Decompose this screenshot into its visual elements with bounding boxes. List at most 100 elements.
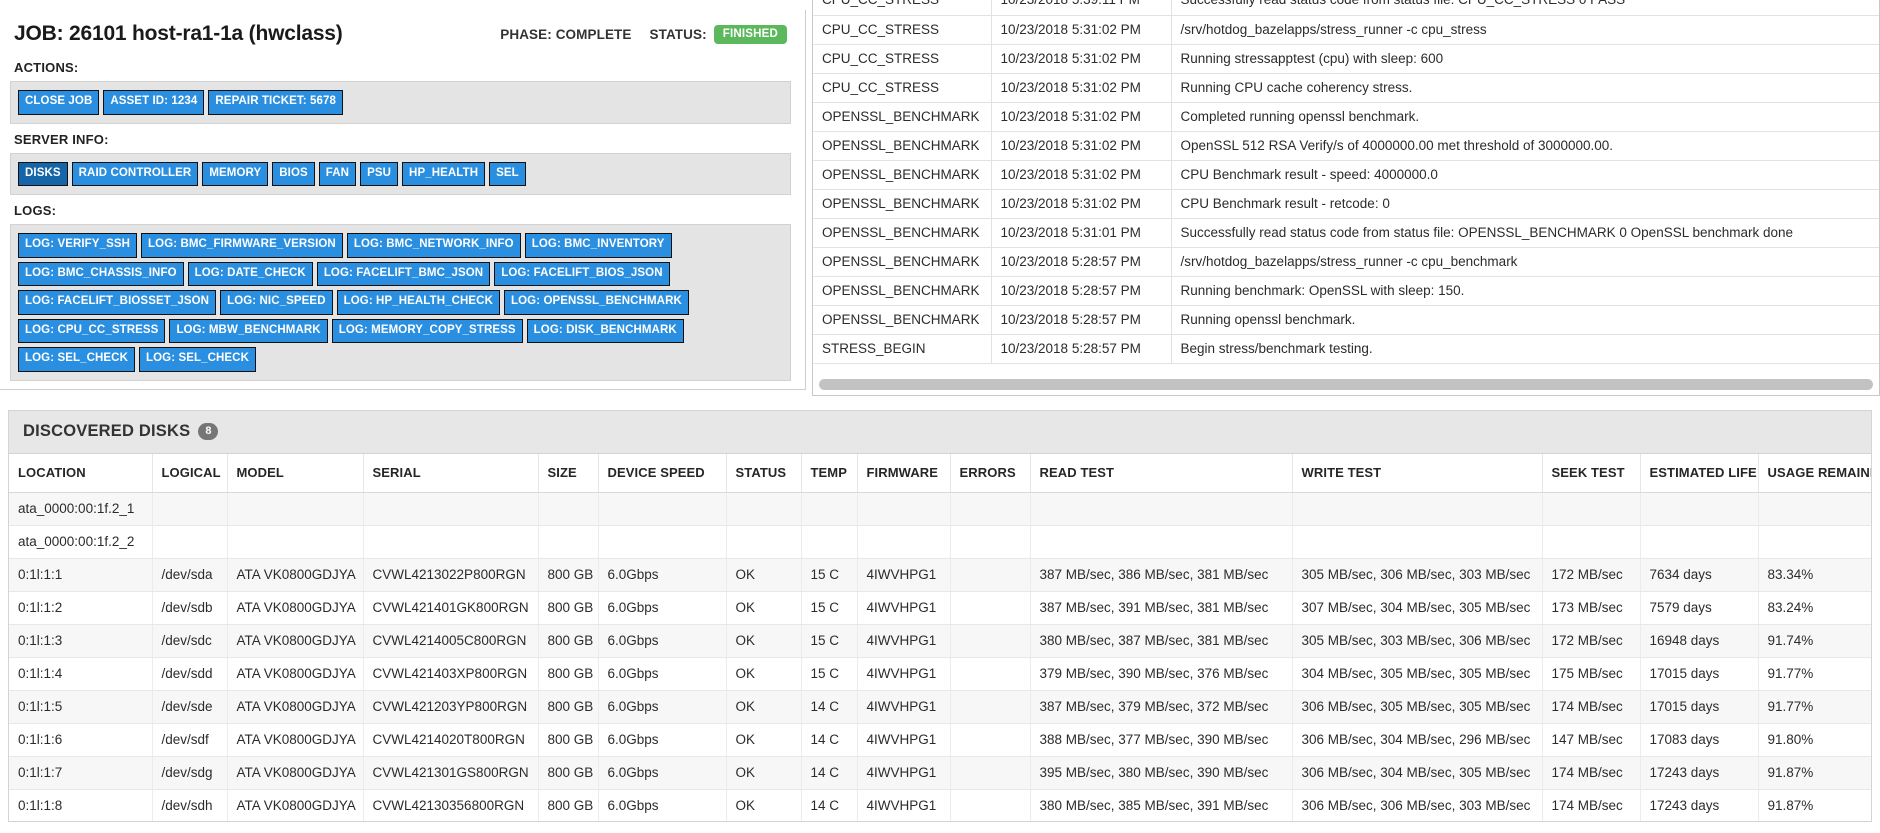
log-button-log-memory-copy-stress[interactable]: LOG: MEMORY_COPY_STRESS	[331, 318, 523, 343]
disk-size: 800 GB	[538, 789, 599, 821]
log-type: OPENSSL_BENCHMARK	[813, 276, 992, 306]
disks-column-header-device-speed[interactable]: DEVICE SPEED	[598, 454, 727, 493]
log-button-log-facelift-biosset-json[interactable]: LOG: FACELIFT_BIOSSET_JSON	[18, 290, 217, 315]
table-row: ata_0000:00:1f.2_1	[9, 492, 1871, 526]
disks-column-header-serial[interactable]: SERIAL	[363, 454, 539, 493]
table-row: 0:1l:1:8/dev/sdh ATA VK0800GDJYA CVWL42130…	[9, 789, 1871, 821]
server-info-button-raid-controller[interactable]: RAID CONTROLLER	[71, 161, 199, 186]
disk-serial: CVWL421401GK800RGN	[363, 591, 539, 625]
disk-read-test: 387 MB/sec, 379 MB/sec, 372 MB/sec	[1030, 690, 1293, 724]
disk-device-speed: 6.0Gbps	[598, 558, 727, 592]
log-row: OPENSSL_BENCHMARK 10/23/2018 5:31:01 PM Su…	[813, 218, 1879, 248]
disk-logical: /dev/sdd	[152, 657, 228, 691]
disk-write-test	[1292, 525, 1543, 559]
disk-size: 800 GB	[538, 690, 599, 724]
disk-location: 0:1l:1:3	[9, 624, 153, 658]
server-info-button-disks[interactable]: DISKS	[18, 161, 68, 186]
disks-column-header-seek-test[interactable]: SEEK TEST	[1542, 454, 1641, 493]
disk-errors	[950, 657, 1031, 691]
log-button-log-bmc-inventory[interactable]: LOG: BMC_INVENTORY	[524, 233, 672, 258]
disks-column-header-firmware[interactable]: FIRMWARE	[857, 454, 951, 493]
disks-column-header-location[interactable]: LOCATION	[9, 454, 153, 493]
log-message: CPU Benchmark result - retcode: 0	[1171, 189, 1879, 219]
log-button-log-bmc-network-info[interactable]: LOG: BMC_NETWORK_INFO	[346, 233, 521, 258]
disks-column-header-read-test[interactable]: READ TEST	[1030, 454, 1293, 493]
disk-read-test: 387 MB/sec, 386 MB/sec, 381 MB/sec	[1030, 558, 1293, 592]
server-info-button-memory[interactable]: MEMORY	[202, 161, 269, 186]
disk-errors	[950, 624, 1031, 658]
server-info-button-sel[interactable]: SEL	[489, 161, 526, 186]
disk-model: ATA VK0800GDJYA	[227, 723, 364, 757]
log-timestamp: 10/23/2018 5:31:02 PM	[991, 44, 1172, 74]
disk-status	[726, 525, 802, 559]
disks-column-header-errors[interactable]: ERRORS	[950, 454, 1031, 493]
server-info-button-psu[interactable]: PSU	[360, 161, 399, 186]
disk-read-test: 380 MB/sec, 387 MB/sec, 381 MB/sec	[1030, 624, 1293, 658]
server-info-band: DISKS RAID CONTROLLER MEMORY BIOS FAN PSU HP_H…	[10, 152, 791, 195]
log-message: Running CPU cache coherency stress.	[1171, 73, 1879, 103]
server-info-button-row: DISKS RAID CONTROLLER MEMORY BIOS FAN PSU HP_H…	[18, 161, 783, 186]
log-timestamp: 10/23/2018 5:31:02 PM	[991, 189, 1172, 219]
log-button-log-openssl-benchmark[interactable]: LOG: OPENSSL_BENCHMARK	[504, 290, 689, 315]
disks-column-header-usage-remaining[interactable]: USAGE REMAINING	[1758, 454, 1871, 493]
log-button-log-nic-speed[interactable]: LOG: NIC_SPEED	[220, 290, 333, 315]
log-button-log-sel-check[interactable]: LOG: SEL_CHECK	[139, 347, 256, 372]
job-header: JOB: 26101 host-ra1-1a (hwclass) PHASE: …	[10, 20, 791, 52]
log-table: CPU_CC_STRESS10/23/2018 5:39:11 PMSucces…	[813, 0, 1879, 364]
disks-column-header-model[interactable]: MODEL	[227, 454, 364, 493]
disk-estimated-life: 7634 days	[1640, 558, 1759, 592]
job-meta: PHASE: COMPLETE STATUS: FINISHED	[500, 24, 787, 44]
log-button-log-date-check[interactable]: LOG: DATE_CHECK	[187, 261, 313, 286]
disks-column-header-status[interactable]: STATUS	[726, 454, 802, 493]
disk-location: 0:1l:1:5	[9, 690, 153, 724]
log-button-log-cpu-cc-stress[interactable]: LOG: CPU_CC_STRESS	[18, 318, 166, 343]
disks-column-header-estimated-life[interactable]: ESTIMATED LIFE	[1640, 454, 1759, 493]
log-button-log-facelift-bmc-json[interactable]: LOG: FACELIFT_BMC_JSON	[316, 261, 491, 286]
log-button-log-bmc-chassis-info[interactable]: LOG: BMC_CHASSIS_INFO	[18, 261, 184, 286]
log-timestamp: 10/23/2018 5:31:02 PM	[991, 160, 1172, 190]
disk-errors	[950, 723, 1031, 757]
server-info-button-fan[interactable]: FAN	[318, 161, 357, 186]
action-button-asset-id-1234[interactable]: ASSET ID: 1234	[103, 90, 205, 115]
log-button-log-mbw-benchmark[interactable]: LOG: MBW_BENCHMARK	[169, 318, 328, 343]
log-button-log-facelift-bios-json[interactable]: LOG: FACELIFT_BIOS_JSON	[494, 261, 670, 286]
disk-logical: /dev/sdf	[152, 723, 228, 757]
disks-column-header-write-test[interactable]: WRITE TEST	[1292, 454, 1543, 493]
disk-estimated-life: 17015 days	[1640, 690, 1759, 724]
server-info-button-hp-health[interactable]: HP_HEALTH	[402, 161, 486, 186]
status-group: STATUS: FINISHED	[650, 24, 787, 44]
log-button-log-bmc-firmware-version[interactable]: LOG: BMC_FIRMWARE_VERSION	[141, 233, 343, 258]
disks-table: LOCATION LOGICAL MODEL SERIAL SIZE DEVICE SPE…	[9, 454, 1871, 821]
disk-estimated-life: 17015 days	[1640, 657, 1759, 691]
disk-usage-remaining: 83.24%	[1758, 591, 1871, 625]
server-info-button-bios[interactable]: BIOS	[272, 161, 315, 186]
log-button-log-hp-health-check[interactable]: LOG: HP_HEALTH_CHECK	[336, 290, 500, 315]
disk-size: 800 GB	[538, 657, 599, 691]
log-button-log-disk-benchmark[interactable]: LOG: DISK_BENCHMARK	[526, 318, 684, 343]
log-button-log-verify-ssh[interactable]: LOG: VERIFY_SSH	[18, 233, 138, 258]
log-timestamp: 10/23/2018 5:31:02 PM	[991, 15, 1172, 45]
disk-serial: CVWL421203YP800RGN	[363, 690, 539, 724]
disk-status: OK	[726, 657, 802, 691]
disk-seek-test: 174 MB/sec	[1542, 789, 1641, 821]
log-horizontal-scrollbar[interactable]	[819, 379, 1873, 390]
discovered-disks-panel: DISCOVERED DISKS 8 LOCATION LOGICAL MODEL S…	[8, 410, 1872, 822]
log-timestamp: 10/23/2018 5:28:57 PM	[991, 334, 1172, 364]
disks-scroll-area[interactable]: LOCATION LOGICAL MODEL SERIAL SIZE DEVICE SPE…	[9, 454, 1871, 821]
action-button-repair-ticket-5678[interactable]: REPAIR TICKET: 5678	[208, 90, 343, 115]
log-timestamp: 10/23/2018 5:39:11 PM	[991, 0, 1172, 16]
disks-column-header-size[interactable]: SIZE	[538, 454, 599, 493]
log-type: STRESS_BEGIN	[813, 334, 992, 364]
disk-write-test: 305 MB/sec, 303 MB/sec, 306 MB/sec	[1292, 624, 1543, 658]
log-row: CPU_CC_STRESS10/23/2018 5:39:11 PMSucces…	[813, 0, 1879, 16]
action-button-close-job[interactable]: CLOSE JOB	[18, 90, 100, 115]
disks-column-header-temp[interactable]: TEMP	[801, 454, 858, 493]
disk-seek-test: 174 MB/sec	[1542, 756, 1641, 790]
log-type: CPU_CC_STRESS	[813, 44, 992, 74]
log-row: OPENSSL_BENCHMARK 10/23/2018 5:31:02 PM CP…	[813, 189, 1879, 219]
log-scroll-area[interactable]: CPU_CC_STRESS10/23/2018 5:39:11 PMSucces…	[813, 0, 1879, 378]
disk-logical: /dev/sde	[152, 690, 228, 724]
disk-firmware: 4IWVHPG1	[857, 789, 951, 821]
disks-column-header-logical[interactable]: LOGICAL	[152, 454, 228, 493]
log-button-log-sel-check[interactable]: LOG: SEL_CHECK	[18, 347, 135, 372]
